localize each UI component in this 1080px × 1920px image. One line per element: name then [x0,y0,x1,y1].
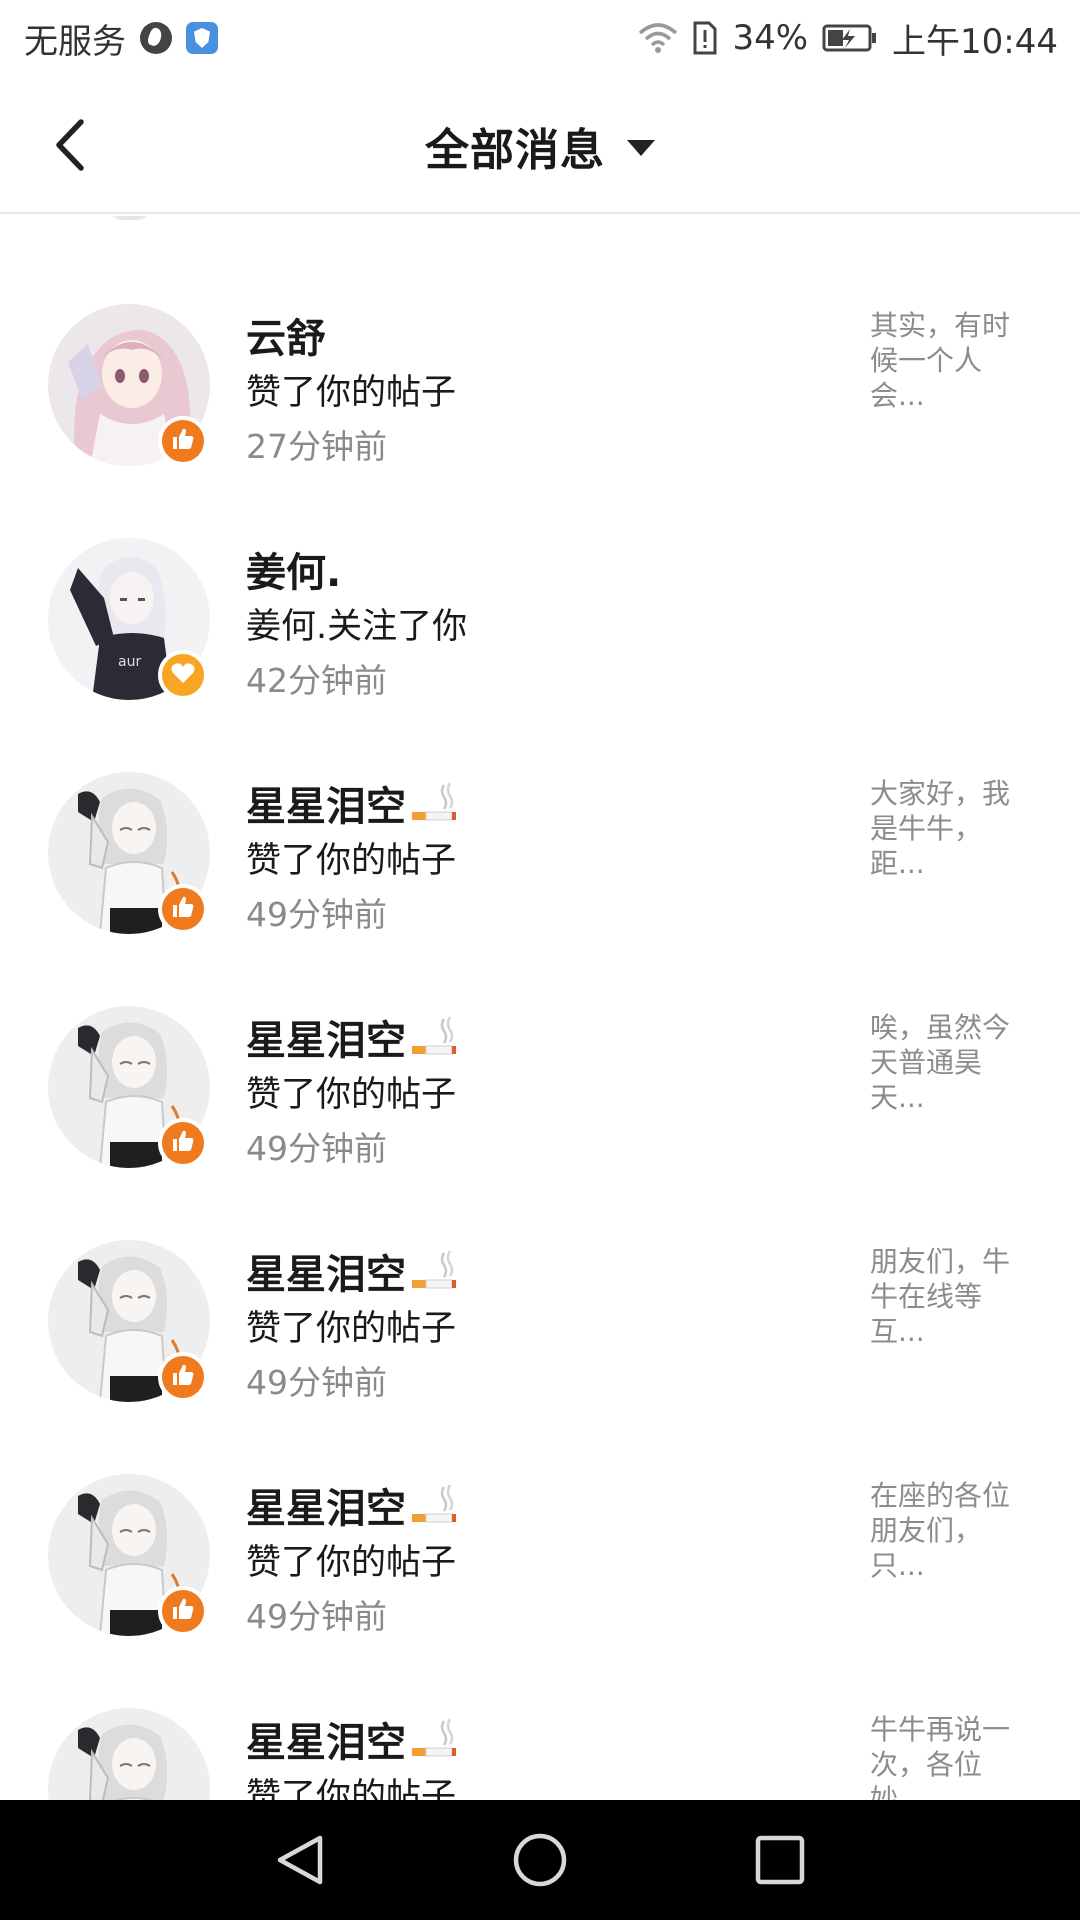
notification-action: 赞了你的帖子 [246,841,457,881]
user-name-text: 星星泪空 [246,784,406,830]
battery-percent: 34% [732,18,809,58]
like-badge [158,1352,208,1402]
notification-list[interactable]: 云舒赞了你的帖子 27分钟前 其实，有时候一个人会... aur 姜何. 姜何.关注了你 4… [0,216,1080,1800]
notification-time: 27分钟前 [246,427,387,466]
avatar [108,216,152,220]
like-badge [158,1118,208,1168]
wifi-icon [639,23,678,53]
user-name-text: 星星泪空 [246,1486,406,1532]
globe-icon [140,22,172,54]
notification-action: 赞了你的帖子 [246,373,457,413]
heart-icon [170,660,196,690]
user-name[interactable]: 姜何. [246,540,341,598]
battery-charging-icon [822,24,877,52]
user-name[interactable]: 星星泪空 [246,774,458,832]
user-name-text: 云舒 [246,316,326,362]
notification-time: 49分钟前 [246,895,387,934]
like-badge [158,884,208,934]
status-left: 无服务 [24,14,218,63]
user-name-text: 姜何. [246,550,342,596]
notification-action: 姜何.关注了你 [246,607,468,647]
like-icon [170,1596,196,1626]
notification-action: 赞了你的帖子 [246,1309,457,1349]
sim-alert-icon [693,21,717,55]
svg-text:aur: aur [118,654,141,670]
clock-text: 上午10:44 [892,21,1058,62]
post-preview[interactable]: 牛牛再说一次，各位妙... [870,1712,1020,1800]
nav-recents-button[interactable] [750,1830,810,1890]
list-item[interactable]: 星星泪空赞了你的帖子 牛牛再说一次，各位妙... [0,1634,1080,1800]
list-item[interactable]: 星星泪空赞了你的帖子 49分钟前 朋友们，牛牛在线等互... [0,1166,1080,1402]
like-badge [158,416,208,466]
cigarette-emoji-icon [412,1484,456,1523]
user-name-text: 星星泪空 [246,1018,406,1064]
user-name-text: 星星泪空 [246,1252,406,1298]
notification-time: 49分钟前 [246,1129,387,1168]
user-name[interactable]: 云舒 [246,306,326,364]
avatar[interactable] [48,1708,210,1800]
cigarette-emoji-icon [412,1250,456,1289]
list-item-partial [0,216,1080,230]
user-name-text: 星星泪空 [246,1720,406,1766]
user-name[interactable]: 星星泪空 [246,1476,458,1534]
message-filter-dropdown[interactable]: 全部消息 [0,114,1080,178]
user-name[interactable]: 星星泪空 [246,1008,458,1066]
follow-badge [158,650,208,700]
header: 全部消息 [0,76,1080,214]
list-item[interactable]: 星星泪空赞了你的帖子 49分钟前 唉，虽然今天普通昊天... [0,932,1080,1168]
post-preview[interactable]: 唉，虽然今天普通昊天... [870,1010,1020,1115]
list-item[interactable]: aur 姜何. 姜何.关注了你 42分钟前 [0,464,1080,700]
carrier-text: 无服务 [24,21,126,62]
like-icon [170,1128,196,1158]
notification-action: 赞了你的帖子 [246,1777,457,1800]
cigarette-emoji-icon [412,1718,456,1757]
like-icon [170,894,196,924]
cigarette-emoji-icon [412,1016,456,1055]
post-preview[interactable]: 朋友们，牛牛在线等互... [870,1244,1020,1349]
notification-time: 49分钟前 [246,1597,387,1636]
nav-back-button[interactable] [270,1830,330,1890]
system-navigation-bar [0,1800,1080,1920]
cigarette-emoji-icon [412,782,456,821]
page-title: 全部消息 [425,125,605,176]
notification-action: 赞了你的帖子 [246,1543,457,1583]
notification-time: 42分钟前 [246,661,387,700]
like-icon [170,426,196,456]
user-name[interactable]: 星星泪空 [246,1242,458,1300]
like-icon [170,1362,196,1392]
caret-down-icon [627,140,655,156]
post-preview[interactable]: 大家好，我是牛牛，距... [870,776,1020,881]
post-preview[interactable]: 其实，有时候一个人会... [870,308,1020,413]
status-bar: 无服务 34% 上午10:44 [0,0,1080,76]
list-item[interactable]: 星星泪空赞了你的帖子 49分钟前 在座的各位朋友们，只... [0,1400,1080,1636]
notification-action: 赞了你的帖子 [246,1075,457,1115]
nav-home-button[interactable] [510,1830,570,1890]
status-right: 34% 上午10:44 [638,14,1058,63]
like-badge [158,1586,208,1636]
user-name[interactable]: 星星泪空 [246,1710,458,1768]
post-preview[interactable]: 在座的各位朋友们，只... [870,1478,1020,1583]
list-item[interactable]: 星星泪空赞了你的帖子 49分钟前 大家好，我是牛牛，距... [0,698,1080,934]
shield-icon [186,22,218,54]
notification-time: 49分钟前 [246,1363,387,1402]
list-item[interactable]: 云舒赞了你的帖子 27分钟前 其实，有时候一个人会... [0,230,1080,466]
